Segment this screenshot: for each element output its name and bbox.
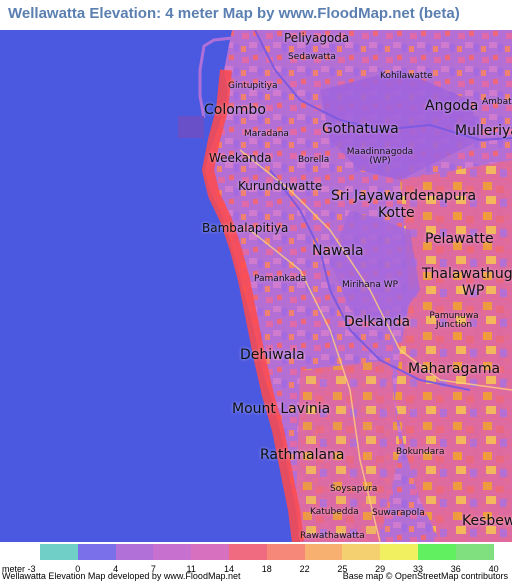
place-label: Maadinnagoda (WP) (346, 147, 414, 167)
credit-developer: Wellawatta Elevation Map developed by ww… (2, 571, 241, 581)
place-label: Nawala (312, 243, 364, 259)
place-label: Suwarapola (372, 508, 425, 518)
map-title: Wellawatta Elevation: 4 meter Map by www… (8, 5, 460, 22)
place-label: Mount Lavinia (232, 401, 331, 417)
place-label: Kotte (378, 205, 415, 221)
place-label: Maharagama (408, 361, 501, 377)
place-label: Mulleriyaw (455, 123, 512, 139)
place-label: Kohilawatte (380, 71, 433, 81)
legend-swatch (455, 544, 494, 560)
place-label: Pamankada (254, 274, 307, 284)
place-label: Gothatuwa (322, 121, 399, 137)
place-label: Sri Jayawardenapura (331, 188, 477, 204)
place-label: Colombo (204, 102, 266, 118)
place-label: Peliyagoda (284, 31, 350, 45)
place-label: WP (462, 283, 485, 299)
place-label: Katubedda (310, 507, 359, 517)
title-bar: Wellawatta Elevation: 4 meter Map by www… (0, 0, 512, 30)
place-label: Angoda (425, 98, 479, 114)
credit-basemap: Base map © OpenStreetMap contributors (342, 571, 508, 581)
place-label: Rathmalana (260, 447, 345, 463)
legend-tick-label: 22 (299, 564, 310, 574)
legend-swatch (191, 544, 229, 560)
place-label: Thalawathugoda (422, 266, 512, 282)
place-label: Maradana (244, 129, 289, 139)
place-label: Kesbewa (462, 513, 512, 529)
elevation-legend: meter -3 0 4 7 11 14 18 22 25 29 33 36 40 Wellawatta… (0, 542, 512, 582)
legend-swatch (153, 544, 192, 560)
legend-swatch (115, 544, 154, 560)
place-label: Dehiwala (240, 347, 305, 363)
elevation-map[interactable]: Peliyagoda Sedawatta Kohilawatte Gintupi… (0, 30, 512, 542)
legend-swatch (228, 544, 267, 560)
legend-swatch (40, 544, 78, 560)
harbour-basin (178, 116, 204, 138)
place-label: Borella (298, 155, 330, 165)
legend-tick-label: 18 (261, 564, 272, 574)
place-label: Weekanda (209, 151, 272, 165)
legend-swatch (304, 544, 343, 560)
legend-swatch (342, 544, 381, 560)
place-label: Sedawatta (288, 52, 336, 62)
place-label: Ambatal (482, 97, 512, 107)
legend-swatch (77, 544, 116, 560)
legend-swatch (380, 544, 418, 560)
place-label: Soysapura (330, 484, 378, 494)
place-label: Kurunduwatte (238, 179, 323, 193)
place-label: Pelawatte (425, 231, 494, 247)
place-label: Bokundara (396, 447, 445, 457)
place-label: Delkanda (344, 314, 411, 330)
place-label: Pamunuwa Junction (429, 311, 479, 331)
legend-swatch (266, 544, 305, 560)
place-label: Bambalapitiya (202, 221, 289, 235)
legend-color-scale (40, 544, 494, 560)
place-label: Rawathawatta (300, 531, 365, 541)
place-label: Gintupitiya (228, 81, 278, 91)
legend-swatch (417, 544, 456, 560)
place-label: Mirihana WP (342, 280, 399, 290)
